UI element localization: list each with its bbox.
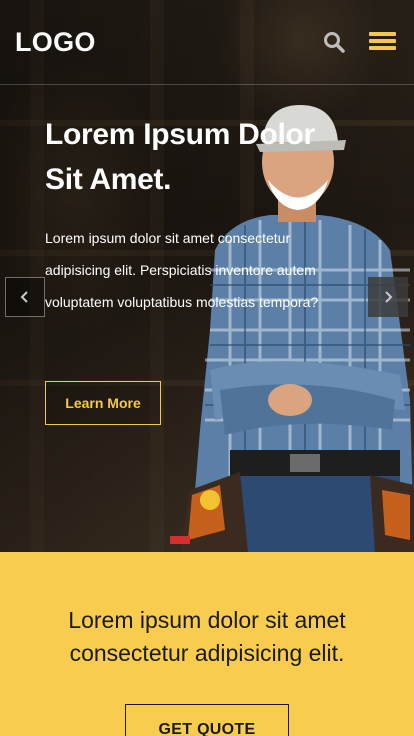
hero-description: Lorem ipsum dolor sit amet consectetur a… bbox=[45, 230, 319, 310]
chevron-right-icon bbox=[385, 291, 393, 303]
slider-next-button[interactable] bbox=[368, 277, 408, 317]
cta-section: Lorem ipsum dolor sit amet consectetur a… bbox=[0, 552, 414, 736]
chevron-left-icon bbox=[20, 291, 28, 303]
logo[interactable]: LOGO bbox=[15, 27, 96, 58]
hero-title: Lorem Ipsum Dolor Sit Amet. bbox=[45, 118, 315, 196]
search-icon[interactable] bbox=[322, 30, 348, 56]
learn-more-button[interactable]: Learn More bbox=[45, 381, 161, 425]
cta-text: Lorem ipsum dolor sit amet consectetur a… bbox=[68, 607, 346, 666]
slider-prev-button[interactable] bbox=[5, 277, 45, 317]
get-quote-button[interactable]: GET QUOTE bbox=[125, 704, 289, 736]
hamburger-menu-icon[interactable] bbox=[369, 31, 397, 53]
hero-slider: LOGO Lorem Ipsum Dolor Sit Amet. Lorem i… bbox=[0, 0, 414, 552]
site-header: LOGO bbox=[0, 0, 414, 85]
